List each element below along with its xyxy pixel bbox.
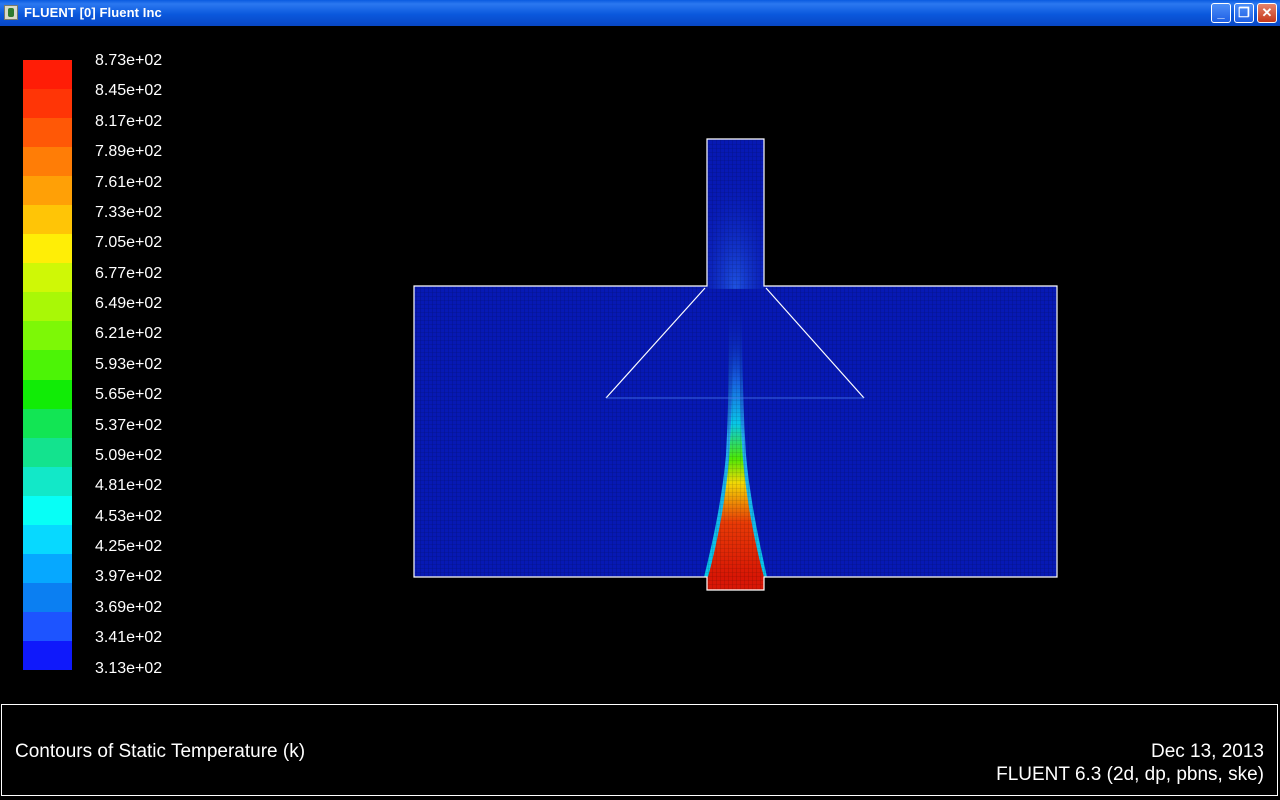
plot-info-panel: Contours of Static Temperature (k) Dec 1… bbox=[1, 704, 1278, 796]
mesh-overlay-stack bbox=[707, 139, 764, 286]
mesh-overlay-inlet bbox=[707, 577, 764, 590]
solver-version: FLUENT 6.3 (2d, dp, pbns, ske) bbox=[996, 764, 1264, 785]
mesh-overlay-chamber bbox=[414, 286, 1057, 577]
contour-plot[interactable] bbox=[0, 0, 1280, 800]
plot-caption: Contours of Static Temperature (k) bbox=[15, 741, 306, 762]
plot-date: Dec 13, 2013 bbox=[1150, 741, 1264, 762]
mesh-domain bbox=[414, 139, 1057, 590]
